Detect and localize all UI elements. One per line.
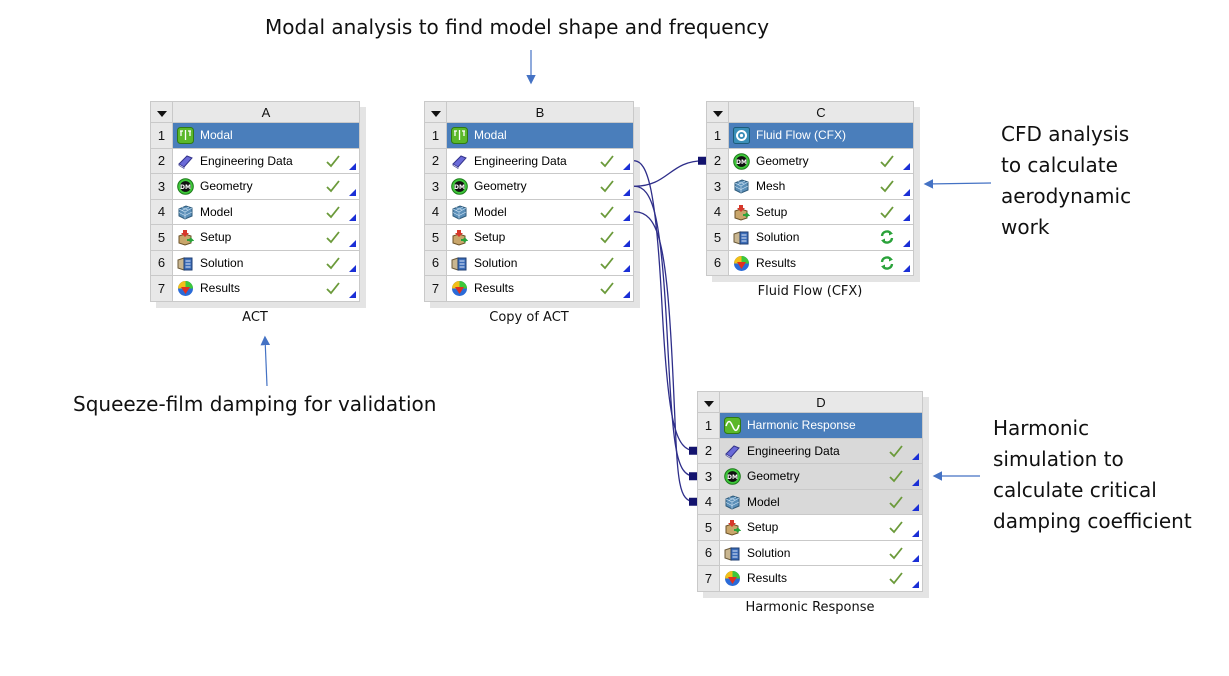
arrow-to-system-c [923, 179, 992, 189]
connector-b4-to-d4[interactable] [633, 211, 696, 503]
link-endpoint-square [689, 497, 697, 506]
connector-b3-to-c2[interactable] [633, 160, 705, 187]
link-endpoint-square [689, 472, 697, 481]
connector-b3-to-d3[interactable] [633, 185, 696, 477]
link-endpoint-square [689, 446, 697, 455]
connector-b2-to-d2[interactable] [633, 160, 696, 452]
link-endpoint-square [698, 156, 706, 165]
connector-layer [260, 50, 992, 506]
arrow-to-system-a [260, 335, 271, 387]
